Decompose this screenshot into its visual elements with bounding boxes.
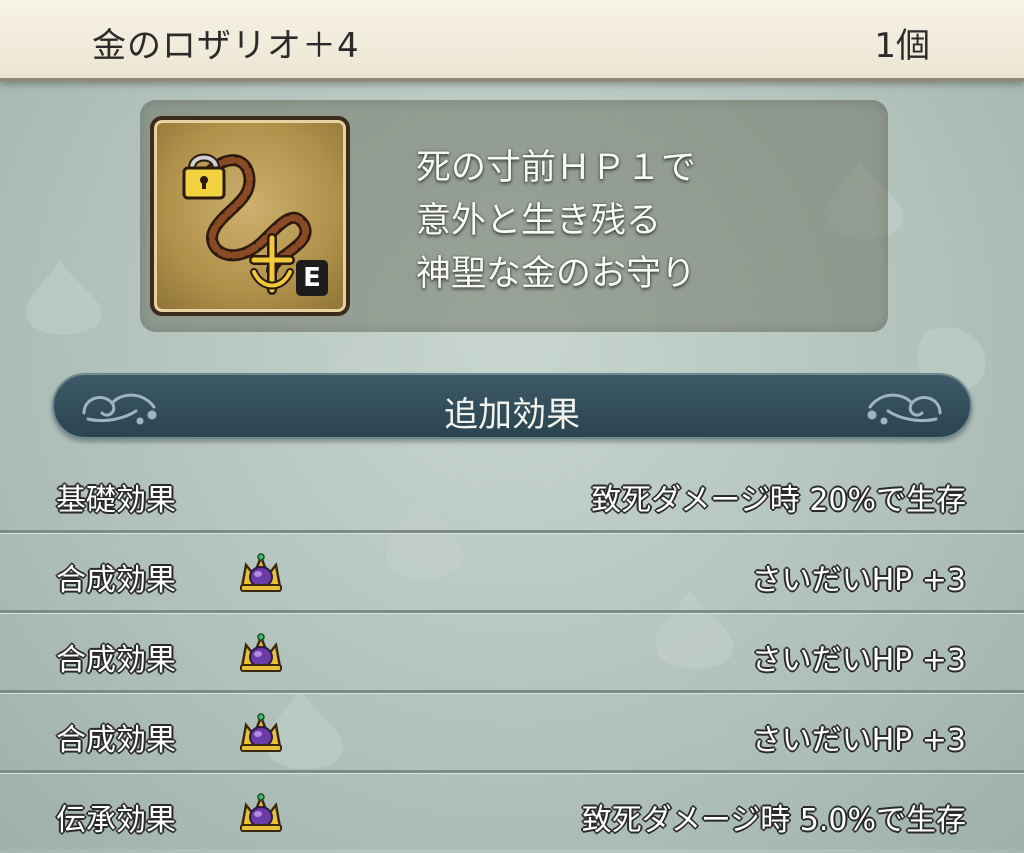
crown-icon xyxy=(240,713,282,752)
section-title: 追加効果 xyxy=(444,395,580,435)
effect-value: 致死ダメージ時 20%で生存 xyxy=(591,483,966,518)
effect-row[interactable]: 合成効果 さいだいHP +3 xyxy=(0,693,1024,773)
item-info-panel: E 死の寸前ＨＰ１で 意外と生き残る 神聖な金のお守り xyxy=(140,100,888,332)
description-line: 意外と生き残る xyxy=(416,201,662,241)
description-line: 神聖な金のお守り xyxy=(416,254,697,294)
effect-row[interactable]: 基礎効果 致死ダメージ時 20%で生存 xyxy=(0,453,1024,533)
item-name: 金のロザリオ＋4 xyxy=(92,26,360,66)
effect-value: さいだいHP +3 xyxy=(751,723,966,758)
item-header: 金のロザリオ＋4 1個 xyxy=(0,0,1024,82)
ornament-swirl-icon xyxy=(867,393,942,425)
item-count: 1個 xyxy=(874,26,930,66)
effect-value: さいだいHP +3 xyxy=(751,643,966,678)
effect-value: さいだいHP +3 xyxy=(751,563,966,598)
effect-label: 伝承効果 xyxy=(56,803,176,838)
crown-icon xyxy=(240,633,282,672)
description-line: 死の寸前ＨＰ１で xyxy=(416,148,697,188)
item-description: 死の寸前ＨＰ１で 意外と生き残る 神聖な金のお守り xyxy=(416,142,696,301)
effect-row[interactable]: 伝承効果 致死ダメージ時 5.0%で生存 xyxy=(0,773,1024,853)
effect-row[interactable]: 合成効果 さいだいHP +3 xyxy=(0,533,1024,613)
effect-label: 合成効果 xyxy=(56,643,176,678)
effect-label: 合成効果 xyxy=(56,563,176,598)
crown-icon xyxy=(240,793,282,832)
item-icon-frame[interactable]: E xyxy=(150,116,350,316)
lock-icon xyxy=(182,153,226,200)
effect-row[interactable]: 合成効果 さいだいHP +3 xyxy=(0,613,1024,693)
effect-label: 合成効果 xyxy=(56,723,176,758)
crown-icon xyxy=(240,553,282,592)
equipped-badge: E xyxy=(296,260,328,296)
effect-label: 基礎効果 xyxy=(56,483,176,518)
additional-effects-header: 追加効果 xyxy=(52,373,972,439)
effect-value: 致死ダメージ時 5.0%で生存 xyxy=(581,803,966,838)
